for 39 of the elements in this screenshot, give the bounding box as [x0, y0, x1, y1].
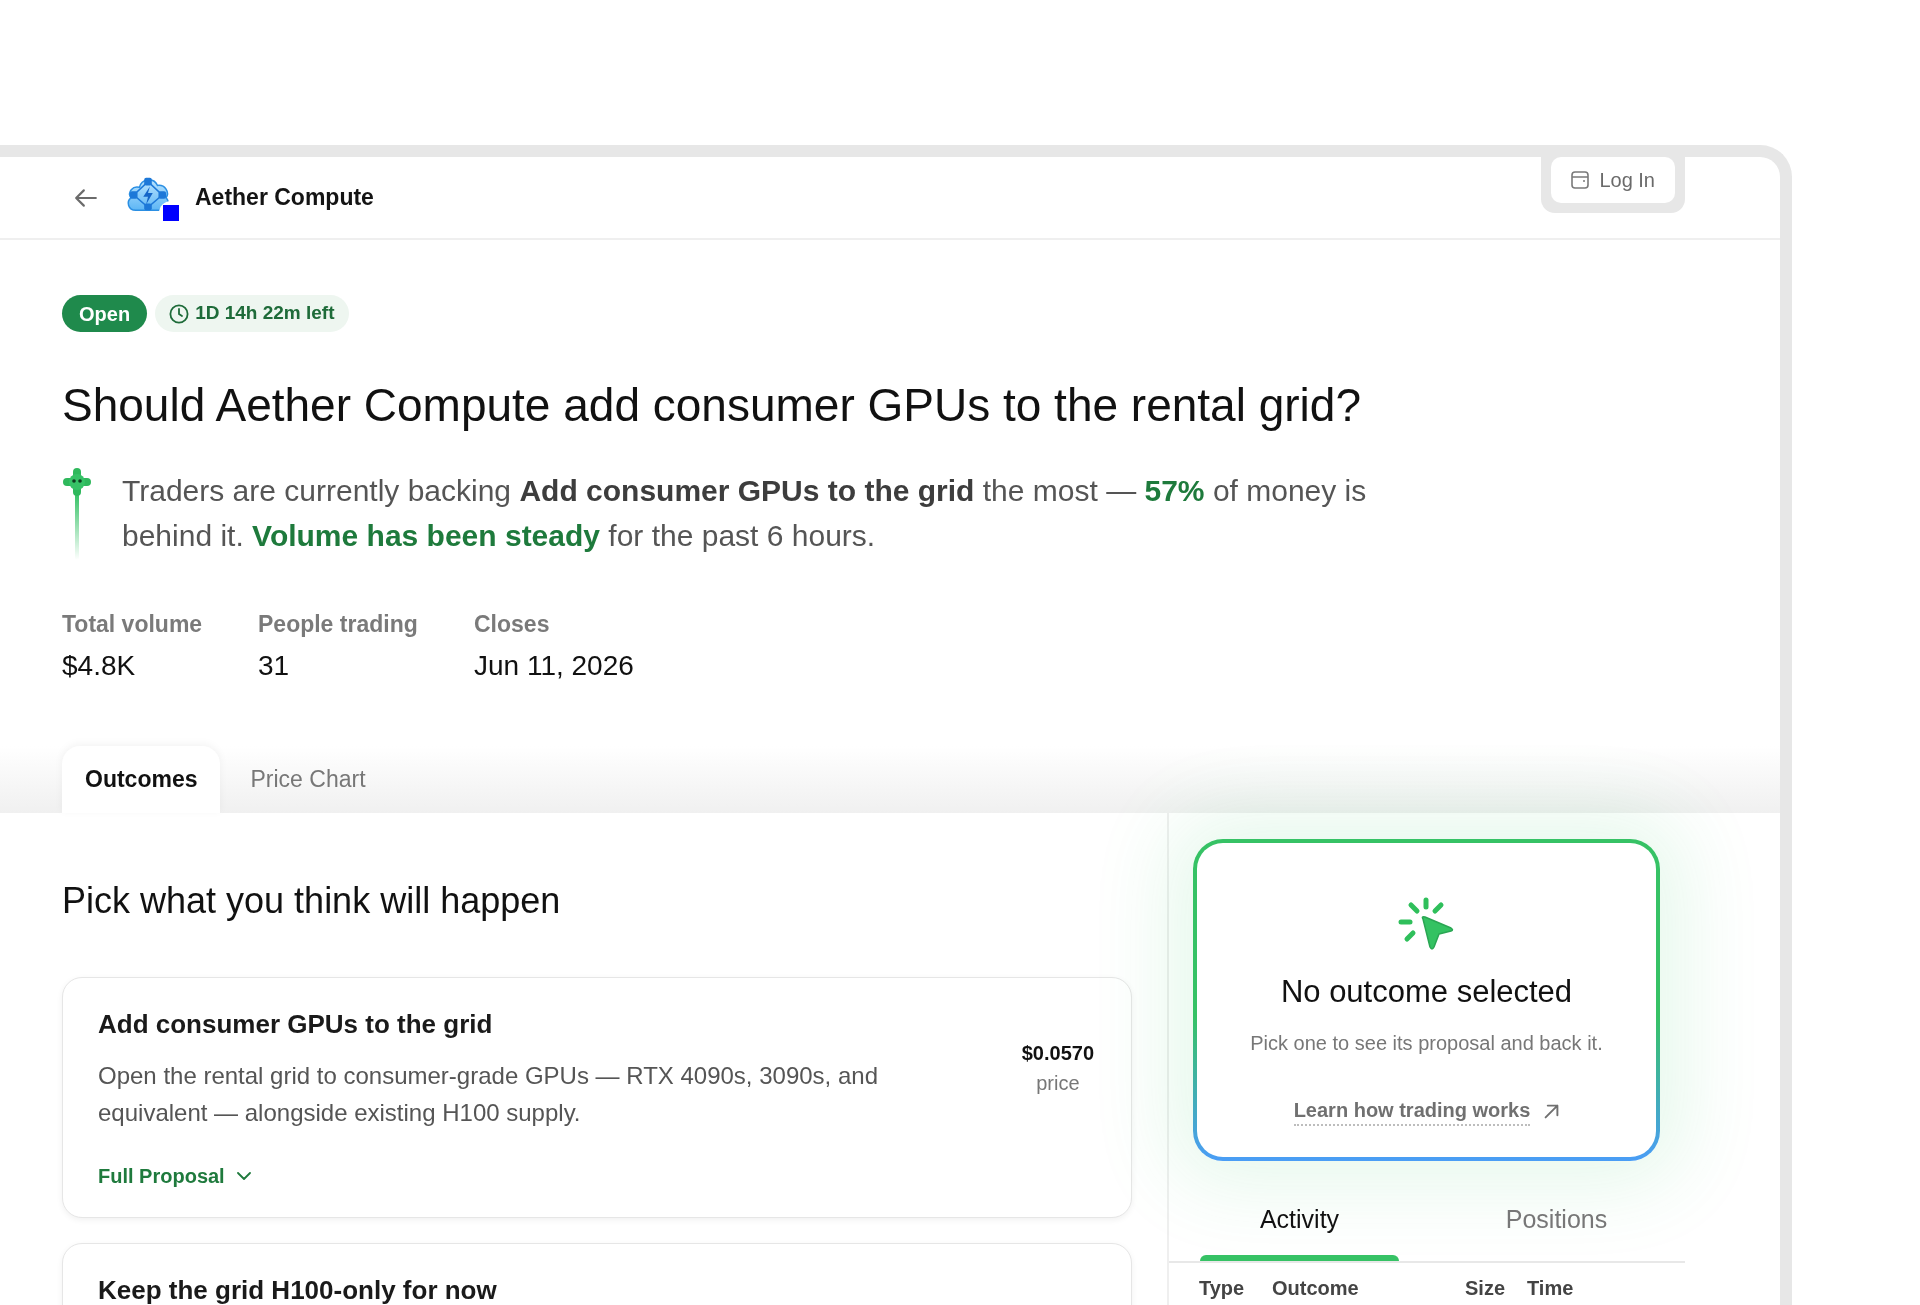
stat-value: 31 — [258, 650, 290, 682]
empty-selection-title: No outcome selected — [1280, 973, 1573, 1011]
status-badge: Open — [62, 295, 148, 332]
outcomes-heading: Pick what you think will happen — [62, 879, 562, 923]
column-header: Type — [1199, 1276, 1246, 1300]
login-button[interactable]: Log In — [1551, 157, 1675, 203]
stat-label: People trading — [258, 610, 418, 639]
column-header: Size — [1465, 1276, 1507, 1300]
outcome-title: Keep the grid H100-only for now — [98, 1275, 497, 1305]
arrow-left-icon — [74, 187, 98, 208]
arrow-up-right-icon — [1544, 1103, 1560, 1119]
outcome-price: $0.0570 — [1021, 1041, 1094, 1066]
clock-icon — [169, 303, 190, 324]
stat-label: Total volume — [62, 610, 203, 639]
tab[interactable]: Price Chart — [227, 746, 389, 813]
column-header: Time — [1527, 1276, 1575, 1300]
trend-marker-icon — [62, 468, 92, 560]
stat-value: $4.8K — [62, 650, 136, 682]
learn-trading-link[interactable]: Learn how trading works — [1293, 1096, 1560, 1126]
full-proposal-button[interactable]: Full Proposal — [98, 1162, 251, 1190]
activity-tab[interactable]: Activity — [1200, 1186, 1399, 1261]
stat-value: Jun 11, 2026 — [474, 650, 634, 682]
column-header: Outcome — [1272, 1276, 1360, 1300]
market-question: Should Aether Compute add consumer GPUs to the rental grid? — [62, 378, 1362, 433]
cursor-click-icon — [1397, 897, 1456, 952]
activity-tab[interactable]: Positions — [1457, 1186, 1656, 1261]
outcome-card[interactable]: Add consumer GPUs to the grid Open the rental grid to consumer-grade GPUs — RTX 4090s, 3090s, and equivalent — alongside existing H100 supply. Full Proposal $0.0570 price — [62, 977, 1132, 1218]
app-title: Aether Compute — [195, 183, 374, 213]
chevron-down-icon — [236, 1172, 251, 1180]
outcome-title: Add consumer GPUs to the grid — [98, 1009, 493, 1039]
outcome-card[interactable]: Keep the grid H100-only for now — [62, 1243, 1132, 1305]
tab[interactable]: Outcomes — [62, 746, 221, 813]
time-left-text: 1D 14h 22m left — [195, 301, 335, 326]
stat-label: Closes — [474, 610, 550, 639]
card-icon — [1571, 171, 1590, 189]
empty-selection-text: Pick one to see its proposal and back it. — [1250, 1031, 1603, 1056]
outcome-description: Open the rental grid to consumer-grade GPUs — RTX 4090s, 3090s, and equivalent — alongside existing H100 supply. — [98, 1061, 879, 1128]
price-label: price — [1036, 1071, 1080, 1096]
market-summary: Traders are currently backing Add consumer GPUs to the grid the most — 57% of money is behind it. Volume has been steady for the past 6 hours. — [122, 473, 1368, 554]
